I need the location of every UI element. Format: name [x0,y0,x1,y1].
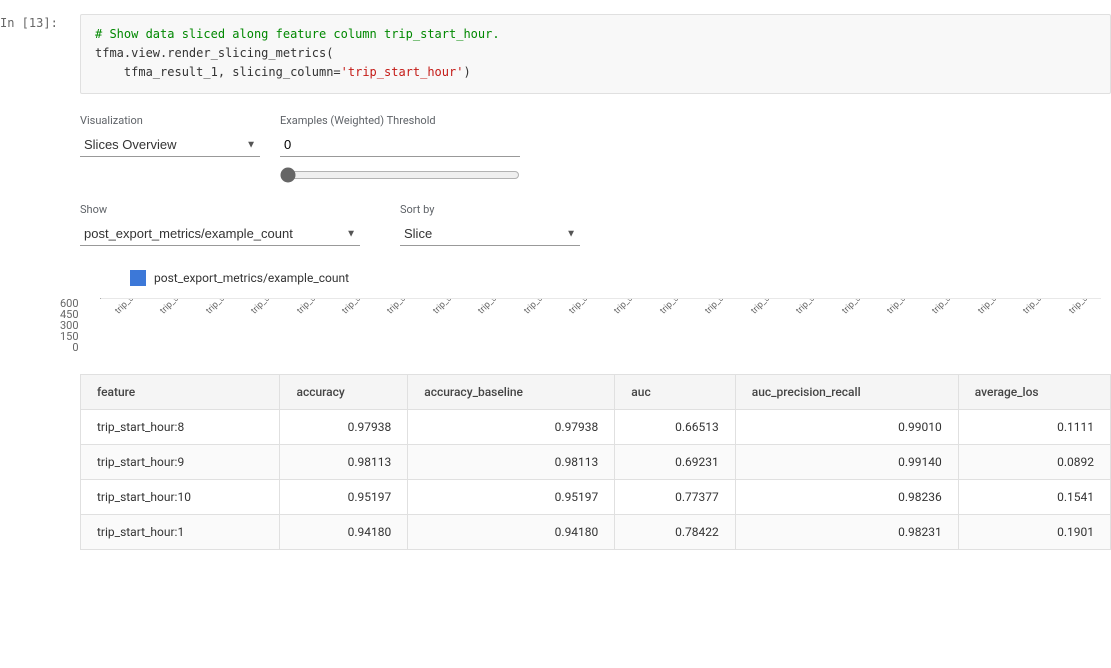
threshold-input[interactable] [280,133,520,157]
sortby-select[interactable]: Slice Value [400,222,580,246]
table-body: trip_start_hour:80.979380.979380.665130.… [81,409,1111,549]
code-fn-1: tfma.view.render_slicing_metrics( [95,46,333,60]
col-auc: auc [615,374,735,409]
chart-y-axis: 600 450 300 150 0 [60,298,79,354]
y-label-0: 0 [60,342,79,353]
col-accuracy-baseline: accuracy_baseline [408,374,615,409]
y-label-300: 300 [60,320,79,331]
table-cell-3-0: trip_start_hour:1 [81,514,280,549]
col-feature: feature [81,374,280,409]
table-cell-0-1: 0.97938 [280,409,408,444]
show-label: Show [80,203,360,216]
table-container: feature accuracy accuracy_baseline auc a… [80,374,1111,550]
table-head: feature accuracy accuracy_baseline auc a… [81,374,1111,409]
code-fn-2: tfma_result_1, slicing_column='trip_star… [95,65,471,79]
table-row: trip_start_hour:10.941800.941800.784220.… [81,514,1111,549]
legend-color-box [130,270,146,286]
threshold-control-group: Examples (Weighted) Threshold [280,114,520,187]
table-header-row: feature accuracy accuracy_baseline auc a… [81,374,1111,409]
sortby-label: Sort by [400,203,580,216]
table-cell-2-5: 0.1541 [958,479,1110,514]
show-select[interactable]: post_export_metrics/example_count accura… [80,222,360,246]
visualization-dropdown-wrapper[interactable]: Slices Overview Metrics Histogram ▼ [80,133,260,157]
table-cell-1-2: 0.98113 [408,444,615,479]
table-cell-1-5: 0.0892 [958,444,1110,479]
threshold-label: Examples (Weighted) Threshold [280,114,520,127]
cell-label: In [13]: [0,14,80,30]
y-label-150: 150 [60,331,79,342]
table-cell-0-2: 0.97938 [408,409,615,444]
table-row: trip_start_hour:90.981130.981130.692310.… [81,444,1111,479]
table-cell-0-0: trip_start_hour:8 [81,409,280,444]
threshold-slider[interactable] [280,167,520,183]
table-cell-3-5: 0.1901 [958,514,1110,549]
table-cell-2-0: trip_start_hour:10 [81,479,280,514]
table-cell-2-2: 0.95197 [408,479,615,514]
col-accuracy: accuracy [280,374,408,409]
slider-wrapper [280,167,520,187]
visualization-select[interactable]: Slices Overview Metrics Histogram [80,133,260,157]
cell-output: Visualization Slices Overview Metrics Hi… [80,98,1111,566]
visualization-label: Visualization [80,114,260,127]
table-cell-3-4: 0.98231 [735,514,958,549]
table-cell-0-4: 0.99010 [735,409,958,444]
table-cell-1-0: trip_start_hour:9 [81,444,280,479]
show-control-group: Show post_export_metrics/example_count a… [80,203,360,246]
cell-input: In [13]: # Show data sliced along featur… [0,10,1111,98]
x-labels: trip_s...trip_s...trip_s...trip_s...trip… [100,299,1101,354]
chart-area: post_export_metrics/example_count 600 45… [80,270,1111,354]
table-cell-2-4: 0.98236 [735,479,958,514]
show-dropdown-wrapper[interactable]: post_export_metrics/example_count accura… [80,222,360,246]
controls-area: Visualization Slices Overview Metrics Hi… [80,114,1111,187]
sortby-control-group: Sort by Slice Value ▼ [400,203,580,246]
col-auc-precision-recall: auc_precision_recall [735,374,958,409]
data-table: feature accuracy accuracy_baseline auc a… [80,374,1111,550]
controls-row2: Show post_export_metrics/example_count a… [80,203,1111,246]
table-cell-1-1: 0.98113 [280,444,408,479]
legend-label: post_export_metrics/example_count [154,271,349,285]
visualization-control-group: Visualization Slices Overview Metrics Hi… [80,114,260,187]
notebook-cell: In [13]: # Show data sliced along featur… [0,0,1111,576]
table-row: trip_start_hour:80.979380.979380.665130.… [81,409,1111,444]
y-label-600: 600 [60,298,79,309]
chart-inner: trip_s...trip_s...trip_s...trip_s...trip… [100,298,1101,354]
table-cell-1-4: 0.99140 [735,444,958,479]
sortby-dropdown-wrapper[interactable]: Slice Value ▼ [400,222,580,246]
y-label-450: 450 [60,309,79,320]
code-comment: # Show data sliced along feature column … [95,27,500,41]
table-cell-1-3: 0.69231 [615,444,735,479]
table-cell-0-5: 0.1111 [958,409,1110,444]
table-cell-3-3: 0.78422 [615,514,735,549]
table-row: trip_start_hour:100.951970.951970.773770… [81,479,1111,514]
table-cell-3-1: 0.94180 [280,514,408,549]
col-average-loss: average_los [958,374,1110,409]
table-cell-2-1: 0.95197 [280,479,408,514]
cell-code: # Show data sliced along feature column … [80,14,1111,94]
table-cell-3-2: 0.94180 [408,514,615,549]
chart-legend: post_export_metrics/example_count [130,270,1101,286]
table-cell-0-3: 0.66513 [615,409,735,444]
table-cell-2-3: 0.77377 [615,479,735,514]
